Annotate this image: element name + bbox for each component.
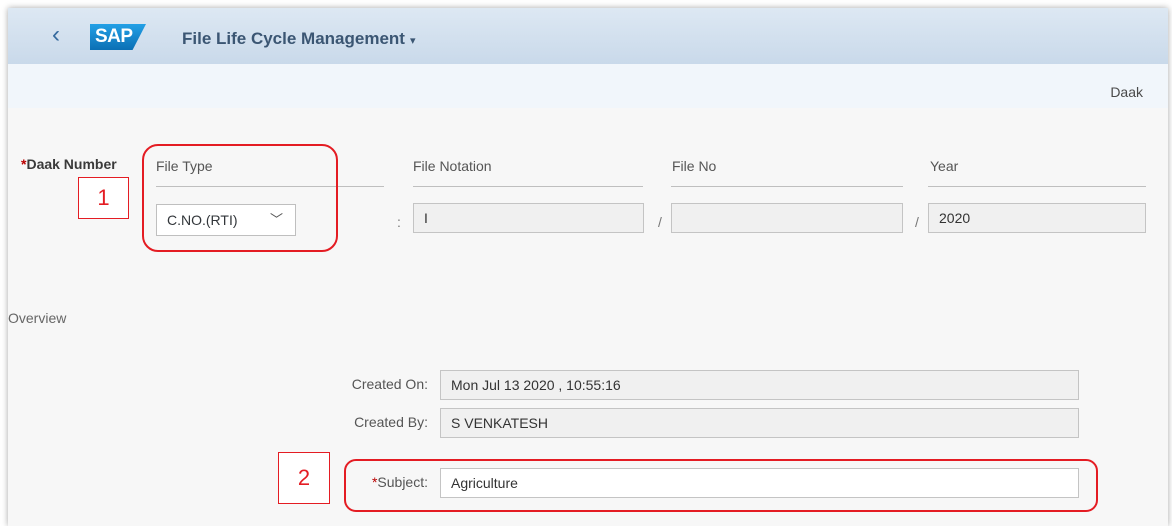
caret-down-icon: ▾	[409, 35, 416, 47]
colon-separator: :	[397, 214, 401, 230]
year-input[interactable]: 2020	[928, 203, 1146, 233]
annotation-highlight-subject	[344, 459, 1098, 512]
daak-number-label: *Daak Number	[21, 156, 117, 172]
annotation-highlight-file-type	[142, 144, 338, 252]
slash-separator: /	[915, 214, 919, 230]
shell-header: ‹ SAP File Life Cycle Management ▾	[8, 8, 1168, 64]
created-by-label: Created By:	[354, 414, 428, 430]
sap-logo: SAP	[90, 24, 146, 50]
slash-separator: /	[658, 214, 662, 230]
file-notation-input[interactable]: I	[413, 203, 644, 233]
overview-title: Overview	[8, 310, 67, 326]
created-on-field: Mon Jul 13 2020 , 10:55:16	[440, 370, 1079, 400]
file-no-input[interactable]	[671, 203, 903, 233]
annotation-badge-1: 1	[78, 177, 129, 219]
back-button[interactable]: ‹	[44, 22, 68, 48]
created-by-field: S VENKATESH	[440, 408, 1079, 438]
app-title-menu[interactable]: File Life Cycle Management ▾	[182, 28, 415, 50]
annotation-badge-2: 2	[278, 452, 330, 504]
app-title: File Life Cycle Management	[182, 29, 405, 48]
sub-header: Daak	[8, 64, 1168, 108]
created-on-label: Created On:	[351, 376, 428, 392]
year-label: Year	[930, 158, 959, 174]
divider	[671, 186, 903, 187]
page-tab-daak[interactable]: Daak	[1110, 84, 1143, 100]
file-notation-label: File Notation	[413, 158, 492, 174]
app-window: ‹ SAP File Life Cycle Management ▾ Daak *…	[8, 8, 1168, 526]
divider	[413, 186, 643, 187]
chevron-left-icon: ‹	[52, 21, 60, 48]
file-no-label: File No	[672, 158, 717, 174]
divider	[928, 186, 1146, 187]
